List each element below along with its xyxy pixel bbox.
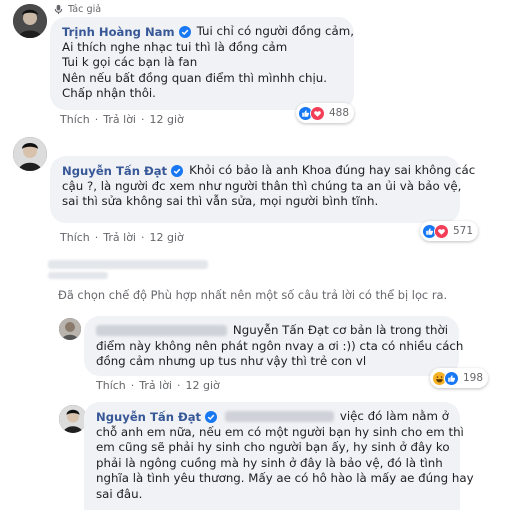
comment-timestamp[interactable]: 12 giờ xyxy=(150,113,184,126)
like-icon xyxy=(444,370,459,386)
comment-text-line: Tui chỉ có người đồng cảm, xyxy=(196,24,354,38)
reaction-count: 488 xyxy=(329,107,350,119)
reply-text-line: Nguyễn Tấn Đạt cơ bản là trong thời xyxy=(232,323,448,337)
comment-text-line: Nên nếu bất đồng quan điểm thì mìnhh chị… xyxy=(62,70,328,85)
avatar-nguyen-tan-dat[interactable] xyxy=(13,137,47,171)
avatar-trinh-hoang-nam[interactable] xyxy=(13,4,47,38)
reply-author-name[interactable]: Nguyễn Tấn Đạt xyxy=(96,410,201,424)
comment-timestamp[interactable]: 12 giờ xyxy=(150,231,184,244)
reply-bubble: Nguyễn Tấn Đạt việc đó làm nằm ở chỗ anh… xyxy=(84,402,474,510)
author-badge-label: Tác giả xyxy=(68,4,102,15)
love-icon xyxy=(310,105,325,121)
comment-bubble: Nguyễn Tấn Đạt Khỏi có bảo là anh Khoa đ… xyxy=(50,156,475,223)
like-link[interactable]: Thích xyxy=(96,379,126,392)
reply-text-line: nghĩa là tình yêu thương. Mấy ae có hô h… xyxy=(96,471,474,486)
comment-author-name[interactable]: Trịnh Hoàng Nam xyxy=(62,25,175,39)
reaction-count: 198 xyxy=(463,372,484,384)
reply-text-line: điểm này không nên phát ngôn nvay a ơi :… xyxy=(96,338,464,353)
reaction-summary[interactable]: 488 xyxy=(296,103,355,123)
comment-text-line: Khỏi có bảo là anh Khoa đúng hay sai khô… xyxy=(189,163,476,177)
microphone-icon xyxy=(53,4,64,15)
reply-text-line: đồng cảm nhưng up tus như vậy thì trẻ co… xyxy=(96,354,367,369)
verified-badge-icon xyxy=(178,25,191,38)
comment-author-name[interactable]: Nguyễn Tấn Đạt xyxy=(62,164,167,178)
reply-link[interactable]: Trả lời xyxy=(103,231,136,244)
author-badge: Tác giả xyxy=(53,4,101,15)
reply-text-line: chỗ anh em nữa, nếu em có một người bạn … xyxy=(96,424,464,439)
comment-text-line: Chấp nhận thôi. xyxy=(62,86,156,101)
verified-badge-icon xyxy=(205,410,218,423)
avatar-nguyen-tan-dat[interactable] xyxy=(59,405,87,433)
love-icon xyxy=(434,223,449,239)
avatar-reply-user[interactable] xyxy=(59,318,81,340)
blurred-content xyxy=(48,272,108,279)
reaction-summary[interactable]: 198 xyxy=(430,368,489,388)
like-link[interactable]: Thích xyxy=(60,231,90,244)
comment-actions: Thích · Trả lời · 12 giờ xyxy=(60,113,184,126)
reply-text-line: việc đó làm nằm ở xyxy=(339,409,449,423)
comment-text-line: Ai thích nghe nhạc tui thì là đồng cảm xyxy=(62,39,288,54)
blurred-name xyxy=(96,325,227,337)
reply-actions: Thích · Trả lời · 12 giờ xyxy=(96,379,220,392)
like-link[interactable]: Thích xyxy=(60,113,90,126)
comment-bubble: Trịnh Hoàng Nam Tui chỉ có người đồng cả… xyxy=(50,17,354,110)
comment-text-line: cậu ?, là người đc xem như người thân th… xyxy=(62,178,462,193)
reply-timestamp[interactable]: 12 giờ xyxy=(186,379,220,392)
reply-text-line: sai đâu. xyxy=(96,486,143,501)
reply-bubble: Nguyễn Tấn Đạt cơ bản là trong thời điểm… xyxy=(84,316,464,376)
reply-text-line: em cũng sẽ phải hy sinh cho người bạn ấy… xyxy=(96,440,450,455)
reply-link[interactable]: Trả lời xyxy=(103,113,136,126)
comment-text-line: sai thì sửa không sai thì vẫn sửa, mọi n… xyxy=(62,194,379,209)
comment-actions: Thích · Trả lời · 12 giờ xyxy=(60,231,184,244)
verified-badge-icon xyxy=(171,164,184,177)
filter-notice: Đã chọn chế độ Phù hợp nhất nên một số c… xyxy=(58,288,448,302)
reaction-summary[interactable]: 571 xyxy=(420,221,479,241)
reply-text-line: phải là ngông cuồng mà hy sinh ở đây là … xyxy=(96,455,443,470)
blurred-mention xyxy=(225,411,334,423)
comment-text-line: Tui k gọi các bạn là fan xyxy=(62,55,198,70)
reply-link[interactable]: Trả lời xyxy=(139,379,172,392)
blurred-content xyxy=(48,260,208,269)
reaction-count: 571 xyxy=(453,225,474,237)
